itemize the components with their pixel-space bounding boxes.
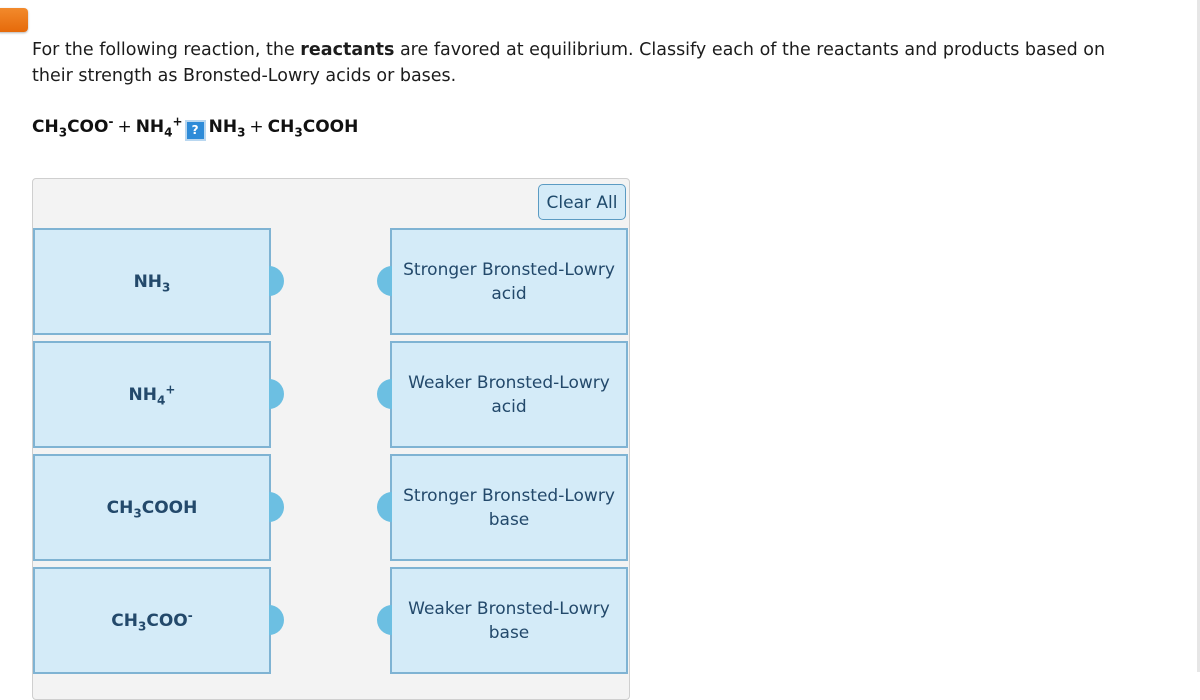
question-bold-word: reactants [300, 40, 395, 60]
species-box-nh3[interactable]: NH3 [33, 228, 271, 335]
species-label: NH3 [133, 271, 171, 294]
reactant-acetate: CH3COO- [32, 114, 114, 140]
equilibrium-arrow-help-icon[interactable]: ? [184, 120, 206, 141]
category-label: Stronger Bronsted-Lowry acid [403, 259, 615, 304]
clear-all-button[interactable]: Clear All [538, 184, 626, 220]
question-text-part: For the following reaction, the [32, 40, 301, 60]
category-box-stronger-acid[interactable]: Stronger Bronsted-Lowry acid [390, 228, 628, 335]
species-label: CH3COO- [111, 607, 193, 633]
product-acetic-acid: CH3COOH [267, 117, 359, 140]
orange-flag-tab[interactable] [0, 8, 28, 32]
species-box-ch3coo-minus[interactable]: CH3COO- [33, 567, 271, 674]
category-label: Weaker Bronsted-Lowry base [408, 598, 610, 643]
species-box-ch3cooh[interactable]: CH3COOH [33, 454, 271, 561]
product-ammonia: NH3 [208, 117, 246, 140]
reaction-equation: CH3COO- + NH4+? NH3 + CH3COOH [32, 114, 359, 141]
species-label: NH4+ [128, 381, 176, 407]
category-box-weaker-base[interactable]: Weaker Bronsted-Lowry base [390, 567, 628, 674]
category-label: Weaker Bronsted-Lowry acid [408, 372, 610, 417]
plus-sign: + [117, 117, 132, 137]
category-box-stronger-base[interactable]: Stronger Bronsted-Lowry base [390, 454, 628, 561]
category-label: Stronger Bronsted-Lowry base [403, 485, 615, 530]
plus-sign: + [249, 117, 264, 137]
reactant-ammonium: NH4+ [135, 114, 183, 140]
species-box-nh4-plus[interactable]: NH4+ [33, 341, 271, 448]
category-box-weaker-acid[interactable]: Weaker Bronsted-Lowry acid [390, 341, 628, 448]
question-text: For the following reaction, the reactant… [32, 37, 1112, 89]
species-label: CH3COOH [106, 497, 198, 520]
